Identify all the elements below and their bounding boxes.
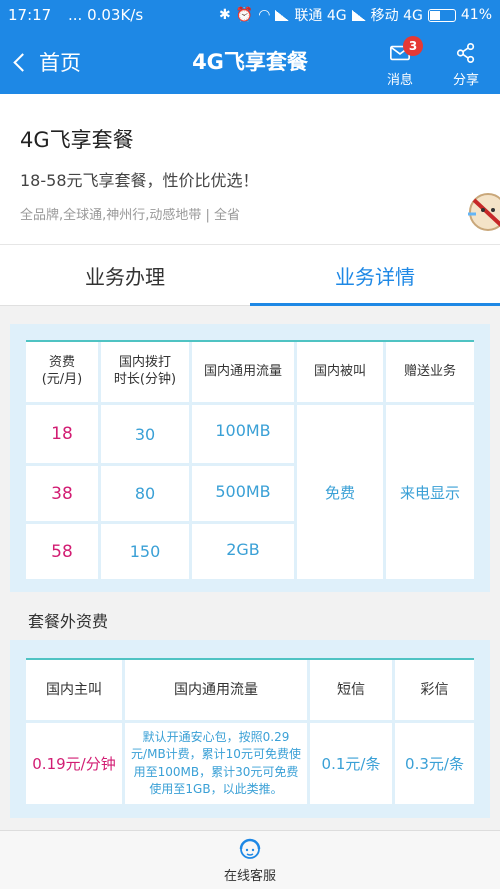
fee-cell: 18: [26, 405, 98, 463]
header-mms: 彩信: [395, 660, 474, 720]
battery-level: 41%: [460, 7, 492, 23]
back-button[interactable]: 首页: [12, 30, 81, 94]
clock: 17:17: [8, 6, 52, 24]
tab-business-handling[interactable]: 业务办理: [0, 245, 250, 305]
plan-subtitle: 18-58元飞享套餐，性价比优选！: [20, 171, 259, 190]
signal-icon: [351, 9, 366, 21]
plan-table-panel: 资费 (元/月) 国内拨打 时长(分钟) 国内通用流量 国内被叫 赠送业务 18…: [10, 324, 490, 592]
bluetooth-icon: ✱: [219, 7, 231, 23]
header-fee-label: 资费 (元/月): [41, 355, 83, 387]
nav-bar: 首页 4G飞享套餐 消息 3 分享: [0, 30, 500, 94]
sms-rate-cell: 0.1元/条: [310, 723, 392, 804]
share-button[interactable]: 分享: [441, 38, 491, 88]
bonus-cell: 来电显示: [386, 405, 474, 579]
back-chevron-icon: [13, 52, 32, 72]
mms-rate-cell: 0.3元/条: [395, 723, 474, 804]
data-cell: 500MB: [192, 466, 294, 521]
extra-fees-panel: 国内主叫 国内通用流量 短信 彩信 0.19元/分钟 默认开通安心包，按照0.2…: [10, 640, 490, 818]
plan-title: 4G飞享套餐: [20, 128, 134, 152]
share-icon: [456, 43, 475, 63]
messages-button[interactable]: 消息 3: [375, 36, 425, 88]
plan-info: 4G飞享套餐 18-58元飞享套餐，性价比优选！ 全品牌,全球通,神州行,动感地…: [0, 94, 500, 244]
extra-fees-title: 套餐外资费: [28, 612, 109, 631]
battery-icon: [427, 8, 456, 22]
call-rate-cell: 0.19元/分钟: [26, 723, 122, 804]
minutes-cell: 30: [101, 405, 189, 463]
share-label: 分享: [452, 73, 479, 88]
carrier-2: 移动 4G: [370, 8, 423, 24]
online-service-label: 在线客服: [223, 869, 276, 884]
unread-badge: 3: [403, 36, 423, 56]
header-data: 国内通用流量: [192, 342, 294, 402]
back-label: 首页: [39, 51, 81, 75]
customer-service-icon: [239, 838, 261, 859]
network-speed: ... 0.03K/s: [68, 6, 144, 24]
header-minutes: 国内拨打 时长(分钟): [101, 342, 189, 402]
header-incoming: 国内被叫: [297, 342, 383, 402]
tab-business-details[interactable]: 业务详情: [250, 245, 500, 306]
status-bar: 17:17 ... 0.03K/s ✱ ⏰ ◠ 联通 4G 移动 4G 41%: [0, 0, 500, 30]
minutes-cell: 150: [101, 524, 189, 579]
header-bonus: 赠送业务: [386, 342, 474, 402]
carrier-1: 联通 4G: [294, 8, 347, 24]
fee-cell: 38: [26, 466, 98, 521]
plan-meta: 全品牌,全球通,神州行,动感地带 | 全省: [20, 208, 241, 223]
wifi-icon: ◠: [258, 7, 271, 23]
plan-table: 资费 (元/月) 国内拨打 时长(分钟) 国内通用流量 国内被叫 赠送业务 18…: [26, 340, 474, 579]
online-service-button[interactable]: 在线客服: [0, 830, 500, 889]
data-cell: 2GB: [192, 524, 294, 579]
messages-label: 消息: [386, 73, 413, 88]
minutes-cell: 80: [101, 466, 189, 521]
header-call: 国内主叫: [26, 660, 122, 720]
header-data: 国内通用流量: [125, 660, 307, 720]
header-sms: 短信: [310, 660, 392, 720]
data-rate-cell: 默认开通安心包，按照0.29元/MB计费，累计10元可免费使用至100MB，累计…: [125, 723, 307, 804]
data-cell: 100MB: [192, 405, 294, 463]
tab-bar: 业务办理 业务详情: [0, 244, 500, 306]
header-minutes-label: 国内拨打 时长(分钟): [113, 355, 177, 387]
mascot-icon: [468, 193, 500, 231]
incoming-cell: 免费: [297, 405, 383, 579]
alarm-icon: ⏰: [235, 7, 254, 23]
extra-fees-table: 国内主叫 国内通用流量 短信 彩信 0.19元/分钟 默认开通安心包，按照0.2…: [26, 658, 474, 804]
fee-cell: 58: [26, 524, 98, 579]
signal-icon: [275, 9, 290, 21]
header-fee: 资费 (元/月): [26, 342, 98, 402]
